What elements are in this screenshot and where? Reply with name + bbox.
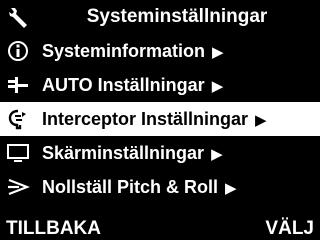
menu-item-label: Skärminställningar ▶	[42, 143, 223, 163]
menu-item-interceptor-settings[interactable]: Interceptor Inställningar ▶	[0, 102, 320, 136]
menu-item-display-settings[interactable]: Skärminställningar ▶	[0, 136, 320, 170]
menu-item-label: AUTO Inställningar ▶	[42, 75, 224, 95]
info-icon	[8, 41, 28, 61]
chevron-right-icon: ▶	[255, 112, 267, 129]
chevron-right-icon: ▶	[211, 146, 223, 163]
pitch-roll-icon	[8, 178, 30, 196]
menu-item-label: Systeminformation ▶	[42, 41, 224, 61]
wrench-icon	[9, 8, 27, 28]
settings-screen: Systeminställningar Systeminformation ▶ A…	[0, 0, 320, 240]
menu-item-reset-pitch-roll[interactable]: Nollställ Pitch & Roll ▶	[0, 170, 320, 204]
chevron-right-icon: ▶	[212, 44, 224, 61]
chevron-right-icon: ▶	[211, 78, 224, 95]
settings-menu: Systeminformation ▶ AUTO Inställningar ▶ I…	[0, 34, 320, 204]
page-title: Systeminställningar	[86, 6, 268, 27]
softkey-bar: TILLBAKA VÄLJ	[0, 216, 320, 240]
menu-item-label: Interceptor Inställningar ▶	[42, 109, 267, 129]
select-softkey[interactable]: VÄLJ	[265, 218, 314, 240]
menu-item-label: Nollställ Pitch & Roll ▶	[42, 177, 237, 197]
menu-item-auto-settings[interactable]: AUTO Inställningar ▶	[0, 68, 320, 102]
back-softkey[interactable]: TILLBAKA	[6, 218, 101, 240]
header: Systeminställningar	[0, 0, 320, 34]
interceptor-icon	[8, 109, 26, 130]
menu-item-system-information[interactable]: Systeminformation ▶	[0, 34, 320, 68]
chevron-right-icon: ▶	[225, 180, 237, 197]
display-icon	[7, 144, 29, 162]
helm-icon	[8, 77, 28, 93]
